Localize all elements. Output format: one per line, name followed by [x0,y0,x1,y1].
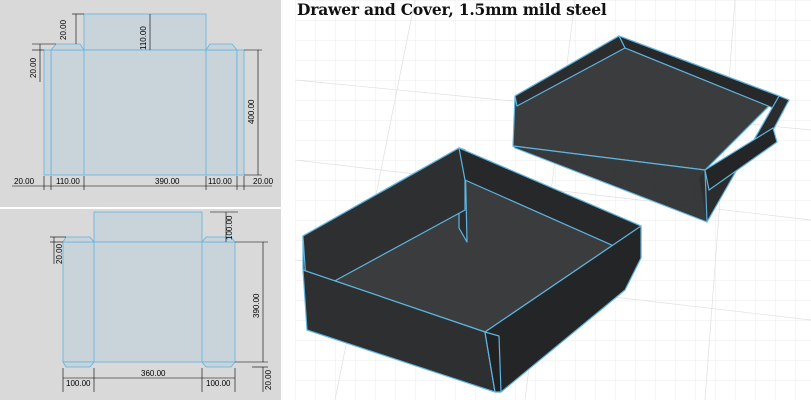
bottom-dim-top-flap: 100.00 [225,215,234,240]
bottom-dim-right-flap: 100.00 [206,379,231,388]
flat-pattern-drawings: 20.00 110.00 20.00 400.00 20.00 110.00 3… [12,13,274,392]
bottom-dim-bottom-right: 20.00 [264,369,273,390]
top-dim-right-flap: 110.00 [208,177,232,186]
bottom-dim-left-tab: 20.00 [55,243,64,264]
top-dim-bottom-right: 20.00 [253,177,274,186]
bottom-dim-left-flap: 100.00 [66,379,91,388]
3d-viewport[interactable] [295,0,811,400]
bottom-dim-width: 360.00 [141,369,166,378]
bottom-blank [62,211,236,368]
top-dim-width: 390.00 [155,177,180,186]
perspective-scene [295,0,811,400]
top-dim-top-flap: 110.00 [139,26,148,50]
top-dim-left-flap: 110.00 [56,177,80,186]
page-title: Drawer and Cover, 1.5mm mild steel [297,0,607,19]
top-dim-tab-height: 20.00 [59,19,68,40]
top-dim-height: 400.00 [247,99,256,124]
bottom-dim-height: 390.00 [252,293,261,318]
top-dim-bottom-left: 20.00 [14,177,35,186]
top-dim-left-tab: 20.00 [29,57,38,78]
